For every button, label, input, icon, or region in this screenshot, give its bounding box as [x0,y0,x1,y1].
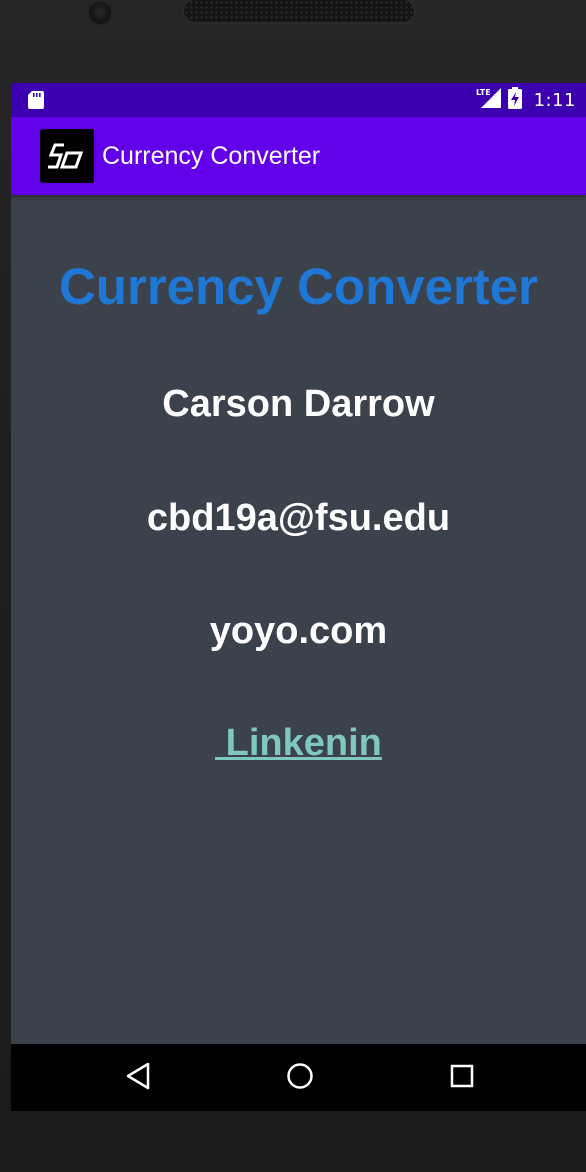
device-frame: LTE 1:11 Currency Converter Currency Con… [0,0,586,1172]
recents-button[interactable] [422,1044,502,1111]
page-title: Currency Converter [59,258,538,315]
status-time: 1:11 [533,89,576,111]
app-bar-title: Currency Converter [102,142,321,170]
navigation-bar [11,1044,586,1111]
phone-screen: LTE 1:11 Currency Converter Currency Con… [11,83,586,1111]
recents-icon [450,1064,474,1092]
home-icon [286,1062,314,1094]
back-icon [125,1062,151,1094]
sd-card-icon [28,91,44,113]
svg-text:LTE: LTE [476,88,491,97]
back-button[interactable] [98,1044,178,1111]
battery-charging-icon [507,87,522,113]
cd-logo-icon [40,129,94,183]
linkedin-link[interactable]: Linkenin [11,722,586,765]
lte-signal-icon: LTE [476,87,502,113]
earpiece-speaker [184,0,414,22]
author-name: Carson Darrow [162,383,435,425]
app-bar: Currency Converter [11,117,586,195]
home-button[interactable] [260,1044,340,1111]
author-website: yoyo.com [209,610,388,652]
status-indicators: LTE 1:11 [476,83,576,117]
status-bar: LTE 1:11 [11,83,586,117]
front-camera [89,2,111,24]
author-email: cbd19a@fsu.edu [146,497,451,539]
